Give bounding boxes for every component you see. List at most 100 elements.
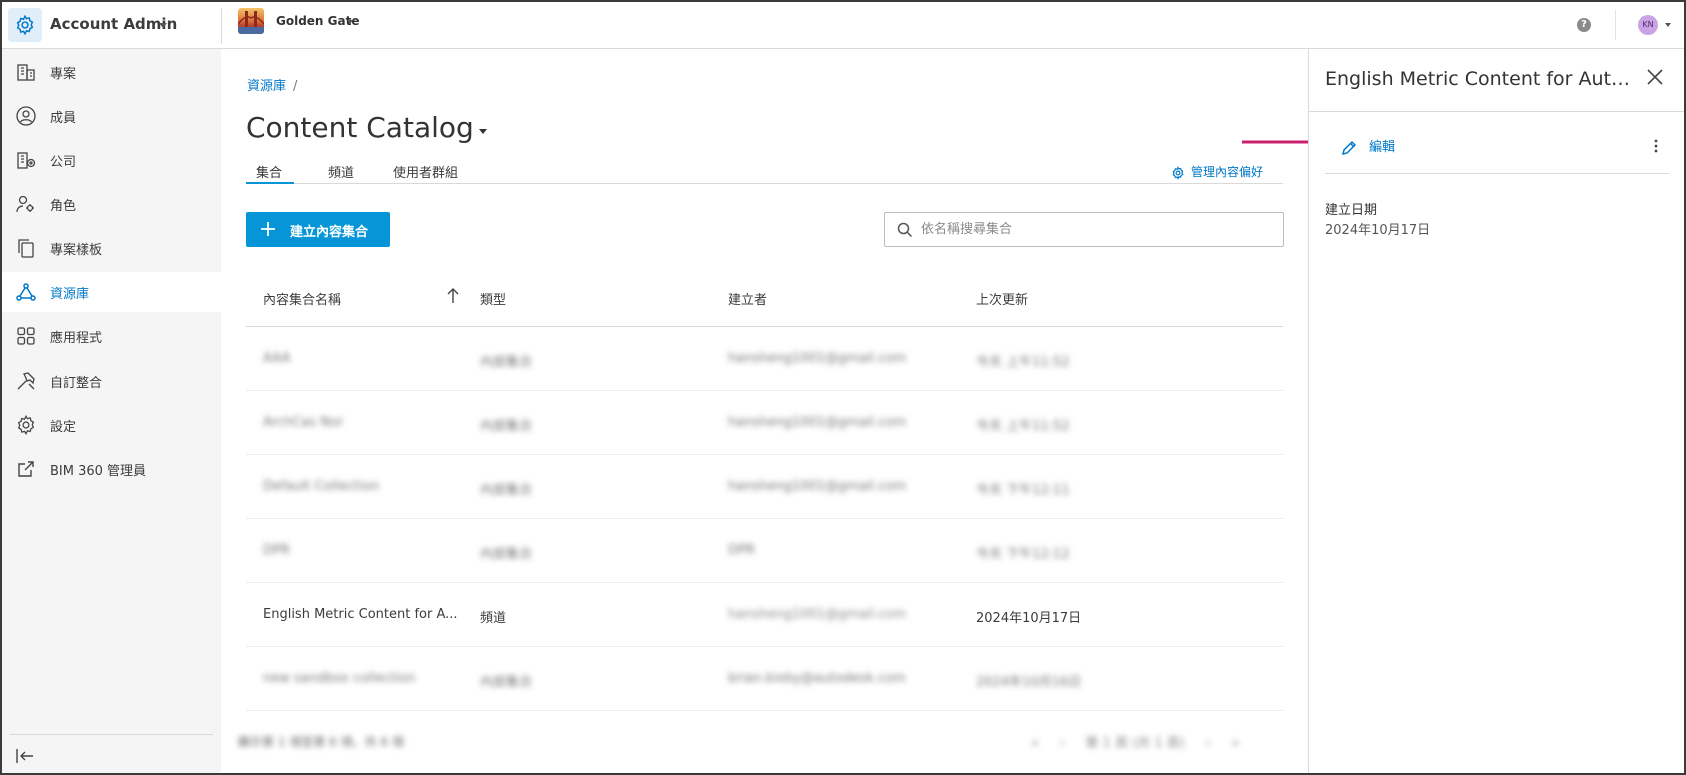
- cell-updated: 今天 上午11:52: [976, 419, 1070, 434]
- table-row[interactable]: Default Collection 內部集合 hansheng1001@gma…: [246, 455, 1283, 519]
- page-title[interactable]: Content Catalog: [246, 111, 474, 144]
- breadcrumb-library-link[interactable]: 資源庫: [247, 79, 286, 94]
- gear-icon: [1172, 165, 1184, 180]
- apps-icon: [14, 325, 38, 347]
- cell-type: 頻道: [480, 611, 507, 626]
- app-window: Account Admin Golden Gate ? KN 專案 成員 公司 …: [0, 0, 1686, 775]
- breadcrumb: 資源庫 /: [247, 75, 297, 94]
- sidebar-item-label: 角色: [50, 199, 77, 214]
- table-row[interactable]: DPR 內部集合 DPR 今天 下午12:12: [246, 519, 1283, 583]
- cell-updated: 2024年10月16日: [976, 675, 1082, 690]
- edit-label: 編輯: [1369, 140, 1396, 155]
- active-tab-indicator: [246, 182, 294, 184]
- page-indicator: 第 1 頁 (共 1 頁): [1085, 736, 1185, 751]
- close-icon[interactable]: [1646, 68, 1664, 86]
- chevron-down-icon[interactable]: [479, 129, 487, 134]
- table-row[interactable]: ArchCas Nor 內部集合 hansheng1001@gmail.com …: [246, 391, 1283, 455]
- role-icon: [14, 193, 38, 215]
- cell-name: new sandbox collection: [263, 671, 416, 686]
- sidebar-item-label: 公司: [50, 155, 77, 170]
- gear-icon: [14, 414, 38, 436]
- column-header-name[interactable]: 內容集合名稱: [263, 289, 341, 308]
- last-page-icon[interactable]: »: [1231, 736, 1239, 751]
- external-link-icon: [14, 458, 38, 480]
- main-content: 資源庫 / Content Catalog 集合 頻道 使用者群組 管理內容偏好 …: [221, 49, 1308, 773]
- collapse-sidebar-icon[interactable]: [14, 745, 38, 767]
- table-header: 內容集合名稱 類型 建立者 上次更新: [246, 269, 1283, 327]
- avatar[interactable]: KN: [1638, 15, 1658, 35]
- panel-title: English Metric Content for Auto...: [1325, 68, 1635, 90]
- table-row[interactable]: new sandbox collection 內部集合 brian.bixby@…: [246, 647, 1283, 711]
- building-icon: [14, 61, 38, 83]
- sidebar-item-project-templates[interactable]: 專案樣板: [2, 228, 221, 268]
- pencil-icon: [1341, 140, 1357, 155]
- first-page-icon[interactable]: «: [1031, 736, 1039, 751]
- sidebar-item-bim360-admin[interactable]: BIM 360 管理員: [2, 449, 221, 489]
- chevron-down-icon[interactable]: [347, 20, 353, 24]
- cell-name: AAA: [263, 351, 291, 366]
- pagination-summary: 顯示第 1 項至第 6 項，共 6 項: [238, 735, 404, 749]
- cell-name: ArchCas Nor: [263, 415, 344, 430]
- sort-ascending-icon[interactable]: [446, 287, 460, 305]
- column-header-type[interactable]: 類型: [480, 289, 506, 308]
- library-icon: [14, 281, 38, 303]
- create-collection-button[interactable]: 建立內容集合: [246, 212, 390, 247]
- edit-button[interactable]: 編輯: [1340, 136, 1395, 157]
- sidebar-item-library[interactable]: 資源庫: [2, 272, 221, 312]
- cell-creator: hansheng1001@gmail.com: [728, 351, 907, 366]
- sidebar-item-settings[interactable]: 設定: [2, 405, 221, 445]
- tab-collections[interactable]: 集合: [256, 162, 282, 181]
- manage-preferences-label: 管理內容偏好: [1191, 165, 1264, 179]
- cell-type: 內部集合: [480, 419, 533, 434]
- project-thumbnail[interactable]: [238, 8, 264, 34]
- tab-channels[interactable]: 頻道: [328, 162, 354, 181]
- tab-user-groups[interactable]: 使用者群組: [393, 162, 458, 181]
- manage-content-preferences-link[interactable]: 管理內容偏好: [1171, 163, 1263, 180]
- cell-creator: brian.bixby@autodesk.com: [728, 671, 906, 686]
- cell-type: 內部集合: [480, 483, 533, 498]
- chevron-down-icon[interactable]: [159, 23, 167, 28]
- table-row[interactable]: AAA 內部集合 hansheng1001@gmail.com 今天 上午11:…: [246, 327, 1283, 391]
- person-icon: [14, 105, 38, 127]
- cell-updated: 2024年10月17日: [976, 611, 1082, 626]
- cell-creator: hansheng1001@gmail.com: [728, 415, 907, 430]
- sidebar-item-members[interactable]: 成員: [2, 96, 221, 136]
- column-header-creator[interactable]: 建立者: [728, 289, 767, 308]
- sidebar-item-label: BIM 360 管理員: [50, 464, 147, 479]
- sidebar-item-label: 專案樣板: [50, 243, 103, 258]
- sidebar-item-companies[interactable]: 公司: [2, 140, 221, 180]
- prev-page-icon[interactable]: ‹: [1060, 736, 1065, 751]
- created-date-label: 建立日期: [1325, 203, 1378, 218]
- column-header-updated[interactable]: 上次更新: [976, 289, 1028, 308]
- divider: [1615, 10, 1616, 40]
- divider: [221, 8, 222, 44]
- gear-logo-icon[interactable]: [8, 8, 42, 42]
- search-field[interactable]: [884, 212, 1284, 247]
- sidebar-item-apps[interactable]: 應用程式: [2, 316, 221, 356]
- cell-type: 內部集合: [480, 675, 533, 690]
- created-date-value: 2024年10月17日: [1325, 223, 1431, 238]
- cell-updated: 今天 下午12:12: [976, 547, 1070, 562]
- cell-name: Default Collection: [263, 479, 379, 494]
- sidebar-item-roles[interactable]: 角色: [2, 184, 221, 224]
- tab-bar: 集合 頻道 使用者群組: [246, 151, 1283, 184]
- cell-type: 內部集合: [480, 547, 533, 562]
- sidebar-item-label: 應用程式: [50, 331, 103, 346]
- next-page-icon[interactable]: ›: [1206, 736, 1211, 751]
- cell-type: 內部集合: [480, 355, 533, 370]
- cell-creator: hansheng1001@gmail.com: [728, 479, 907, 494]
- sidebar-item-projects[interactable]: 專案: [2, 52, 221, 92]
- pagination-controls[interactable]: « ‹ 第 1 頁 (共 1 頁) › »: [1031, 732, 1239, 751]
- breadcrumb-separator: /: [293, 79, 298, 94]
- divider: [10, 734, 213, 735]
- cell-name: English Metric Content for A...: [263, 607, 458, 622]
- cell-updated: 今天 上午11:52: [976, 355, 1070, 370]
- chevron-down-icon[interactable]: [1665, 23, 1671, 27]
- search-input[interactable]: [921, 213, 1276, 246]
- sidebar: 專案 成員 公司 角色 專案樣板 資源庫 應用程式 自訂整合 設定 BIM 36…: [2, 49, 221, 773]
- table-row-selected[interactable]: English Metric Content for A... 頻道 hansh…: [246, 583, 1283, 647]
- template-icon: [14, 237, 38, 259]
- more-options-icon[interactable]: [1654, 139, 1658, 153]
- help-icon[interactable]: ?: [1577, 18, 1591, 32]
- sidebar-item-custom-integrations[interactable]: 自訂整合: [2, 361, 221, 401]
